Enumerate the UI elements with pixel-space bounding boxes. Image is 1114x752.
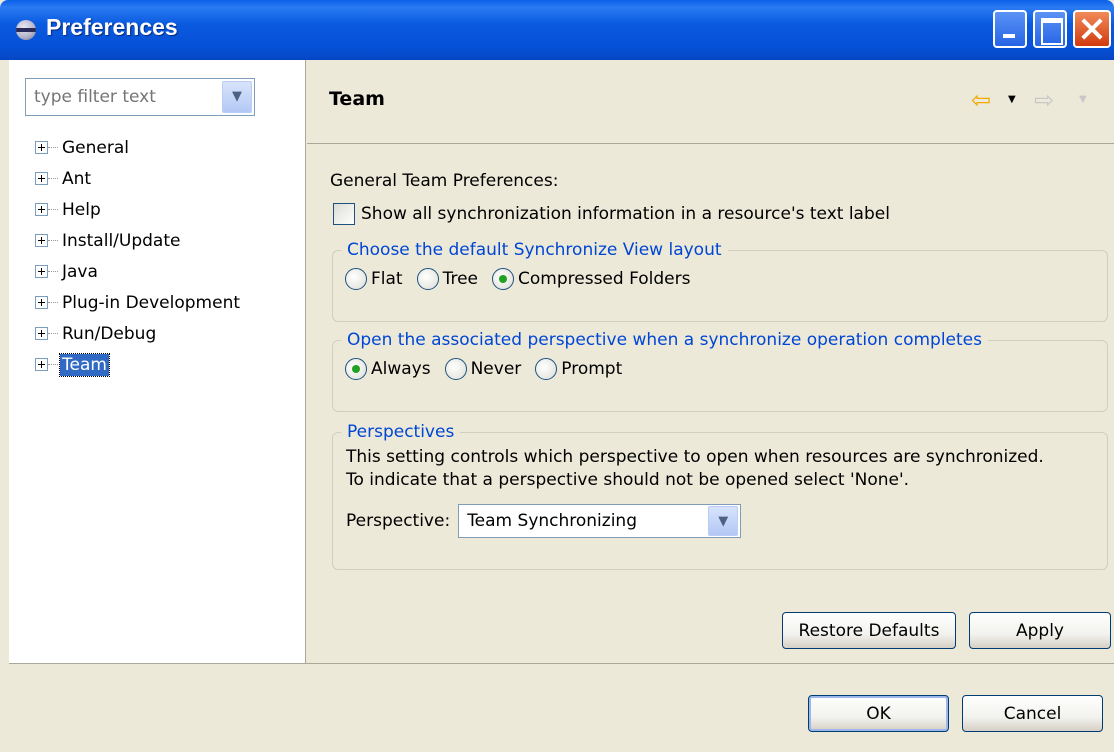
tree-item-team[interactable]: Team <box>35 349 242 380</box>
layout-compressed-folders-label: Compressed Folders <box>518 269 691 289</box>
tree-item-label: Help <box>62 199 101 220</box>
perspective-dropdown-button[interactable]: ▼ <box>708 506 739 536</box>
layout-flat-radio[interactable] <box>345 268 367 290</box>
perspective-select[interactable]: Team Synchronizing ▼ <box>458 504 742 538</box>
tree-item-run-debug[interactable]: Run/Debug <box>35 318 242 349</box>
show-sync-info-option[interactable]: Show all synchronization information in … <box>333 203 890 225</box>
tree-item-ant[interactable]: Ant <box>35 163 242 194</box>
tree-item-label: Install/Update <box>62 230 181 251</box>
layout-tree-option[interactable]: Tree <box>416 268 479 290</box>
tree-item-plugin-development[interactable]: Plug-in Development <box>35 287 242 318</box>
expand-icon[interactable] <box>35 358 48 371</box>
expand-icon[interactable] <box>35 265 48 278</box>
expand-icon[interactable] <box>35 234 48 247</box>
layout-flat-option[interactable]: Flat <box>345 268 403 290</box>
chevron-down-icon: ▼ <box>718 514 729 529</box>
window-frame <box>0 60 9 752</box>
expand-icon[interactable] <box>35 141 48 154</box>
layout-compressed-folders-option[interactable]: Compressed Folders <box>492 268 690 290</box>
eclipse-icon <box>16 20 36 40</box>
perspective-label: Perspective: <box>346 511 451 531</box>
tree-item-label: Ant <box>62 168 92 189</box>
tree-item-help[interactable]: Help <box>35 194 242 225</box>
open-always-radio[interactable] <box>345 358 367 380</box>
expand-icon[interactable] <box>35 327 48 340</box>
expand-icon[interactable] <box>35 296 48 309</box>
tree-item-general[interactable]: General <box>35 132 242 163</box>
preferences-window: Preferences ▼ General Ant Help <box>0 0 1114 752</box>
open-prompt-label: Prompt <box>561 359 623 379</box>
expand-icon[interactable] <box>35 203 48 216</box>
chevron-down-icon: ▼ <box>232 89 242 104</box>
window-title: Preferences <box>46 14 178 40</box>
tree-item-java[interactable]: Java <box>35 256 242 287</box>
sync-view-layout-group: Choose the default Synchronize View layo… <box>332 240 1108 322</box>
open-never-radio[interactable] <box>444 358 467 380</box>
tree-item-label: Run/Debug <box>62 323 157 344</box>
cancel-button[interactable]: Cancel <box>962 695 1103 732</box>
show-sync-info-checkbox[interactable] <box>333 203 355 225</box>
sync-view-layout-legend: Choose the default Synchronize View layo… <box>347 240 722 260</box>
back-arrow-icon[interactable]: ⇦ <box>971 88 991 112</box>
layout-tree-label: Tree <box>442 269 479 289</box>
open-always-label: Always <box>371 359 431 379</box>
layout-flat-label: Flat <box>371 269 403 289</box>
team-preferences-content: General Team Preferences: Show all synch… <box>307 145 1114 663</box>
close-button[interactable] <box>1073 10 1111 48</box>
tree-item-install-update[interactable]: Install/Update <box>35 225 242 256</box>
open-always-option[interactable]: Always <box>345 358 431 380</box>
title-bar[interactable]: Preferences <box>0 0 1114 60</box>
tree-item-label: Team <box>59 352 110 377</box>
tree-item-label: Java <box>62 261 98 282</box>
forward-arrow-icon: ⇨ <box>1034 86 1055 114</box>
perspectives-description-line1: This setting controls which perspective … <box>346 447 1044 467</box>
perspectives-group: Perspectives This setting controls which… <box>332 422 1108 570</box>
show-sync-info-label: Show all synchronization information in … <box>361 204 890 224</box>
maximize-button[interactable] <box>1033 10 1067 48</box>
filter-input[interactable] <box>26 79 216 115</box>
perspectives-description-line2: To indicate that a perspective should no… <box>346 470 910 490</box>
layout-tree-radio[interactable] <box>416 268 439 290</box>
tree-item-label: Plug-in Development <box>62 292 241 313</box>
perspectives-legend: Perspectives <box>347 422 455 442</box>
open-never-option[interactable]: Never <box>444 358 522 380</box>
open-perspective-group: Open the associated perspective when a s… <box>332 330 1108 412</box>
tree-item-label: General <box>62 137 129 158</box>
layout-compressed-folders-radio[interactable] <box>492 268 515 290</box>
ok-button[interactable]: OK <box>808 695 949 732</box>
back-history-dropdown-icon[interactable]: ▼ <box>1008 95 1016 105</box>
preferences-nav-pane: ▼ General Ant Help Install/Update <box>9 60 306 663</box>
filter-combo[interactable]: ▼ <box>25 78 255 116</box>
filter-dropdown-button[interactable]: ▼ <box>222 81 252 113</box>
apply-button[interactable]: Apply <box>969 612 1111 649</box>
open-prompt-option[interactable]: Prompt <box>535 358 622 380</box>
dialog-divider <box>9 663 1114 664</box>
minimize-button[interactable] <box>993 10 1027 48</box>
forward-history-dropdown-icon: ▼ <box>1079 94 1087 105</box>
expand-icon[interactable] <box>35 172 48 185</box>
page-title: Team <box>329 88 385 110</box>
page-header: Team ⇦ ▼ ⇨ ▼ <box>307 60 1114 144</box>
perspective-select-value: Team Synchronizing <box>467 511 637 531</box>
general-team-preferences-label: General Team Preferences: <box>330 171 559 191</box>
open-perspective-legend: Open the associated perspective when a s… <box>347 330 982 350</box>
preferences-tree: General Ant Help Install/Update Java Plu… <box>35 132 242 380</box>
restore-defaults-button[interactable]: Restore Defaults <box>782 612 956 649</box>
open-prompt-radio[interactable] <box>535 358 558 380</box>
open-never-label: Never <box>470 359 522 379</box>
